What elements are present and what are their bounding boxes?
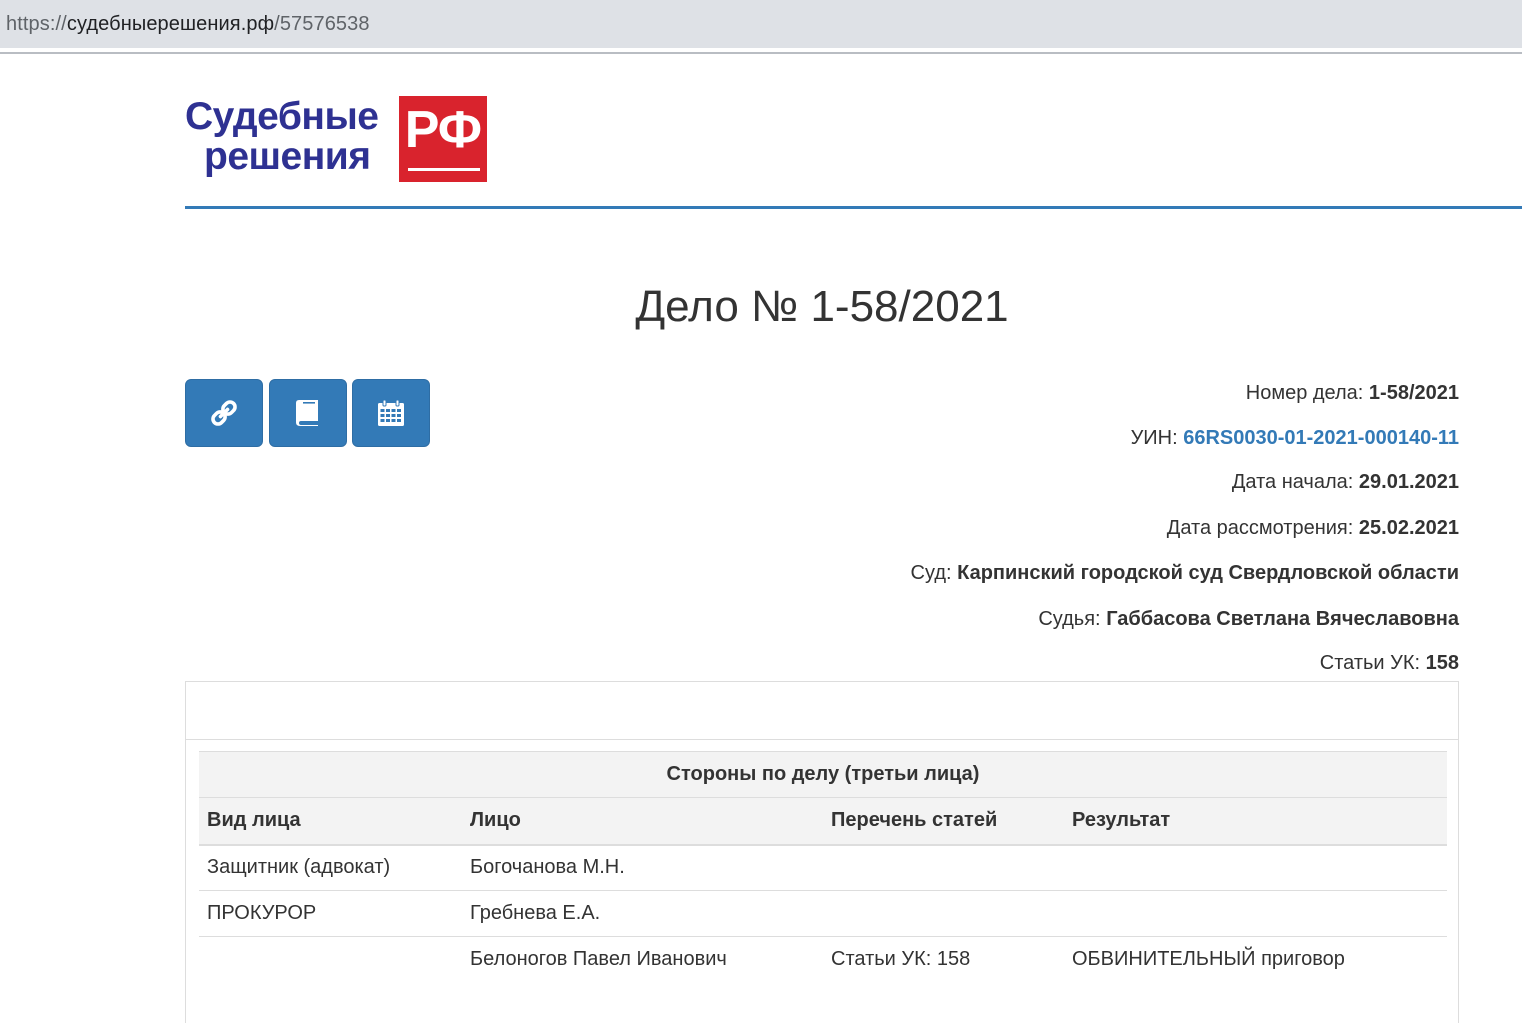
logo-badge-text: РФ <box>404 101 482 159</box>
cell-person: Белоногов Павел Иванович <box>470 948 727 971</box>
cell-articles <box>823 844 1064 891</box>
logo-wordmark: Судебные решения <box>185 95 395 183</box>
document-button[interactable] <box>269 379 347 447</box>
browser-address-bar[interactable]: https://судебныерешения.рф/57576538 <box>0 0 1522 48</box>
table-caption-row: Стороны по делу (третьи лица) <box>199 751 1447 798</box>
browser-toolbar-separator <box>0 48 1522 54</box>
judge-label: Судья: <box>1038 608 1101 630</box>
cell-result: ОБВИНИТЕЛЬНЫЙ приговор <box>1072 948 1345 971</box>
url-path: /57576538 <box>274 13 370 35</box>
case-number-value: 1-58/2021 <box>1368 382 1459 404</box>
table-row: Защитник (адвокат) Богочанова М.Н. <box>199 844 1447 891</box>
column-header-person: Лицо <box>462 797 823 846</box>
court-value: Карпинский городской суд Свердловской об… <box>957 562 1459 584</box>
cell-role: ПРОКУРОР <box>199 890 462 937</box>
table-row: ПРОКУРОР Гребнева Е.А. <box>199 890 1447 937</box>
articles-row: Статьи УК: 158 <box>1320 652 1459 675</box>
start-date-row: Дата начала: 29.01.2021 <box>1232 471 1459 494</box>
url-scheme: https:// <box>6 13 67 35</box>
logo-badge: РФ <box>399 96 487 182</box>
site-logo[interactable]: Судебные решения РФ <box>185 95 487 183</box>
articles-label: Статьи УК: <box>1319 652 1421 674</box>
court-label: Суд: <box>910 562 952 584</box>
logo-line-2: решения <box>204 135 371 178</box>
case-number-row: Номер дела: 1-58/2021 <box>1246 382 1459 405</box>
uin-row: УИН: 66RS0030-01-2021-000140-11 <box>1131 427 1459 450</box>
cell-person: Гребнева Е.А. <box>462 890 823 937</box>
cell-articles: Статьи УК: 158 <box>831 948 971 971</box>
review-date-row: Дата рассмотрения: 25.02.2021 <box>1167 517 1459 540</box>
table-row: Белоногов Павел Иванович Статьи УК: 158 … <box>199 937 1447 983</box>
parties-table: Стороны по делу (третьи лица) Вид лица Л… <box>199 751 1447 983</box>
link-icon <box>211 400 237 426</box>
start-date-label: Дата начала: <box>1231 471 1354 493</box>
table-header-row: Вид лица Лицо Перечень статей Результат <box>199 797 1447 846</box>
review-date-value: 25.02.2021 <box>1358 517 1459 539</box>
judge-value: Габбасова Светлана Вячеславовна <box>1106 608 1459 630</box>
court-row: Суд: Карпинский городской суд Свердловск… <box>911 562 1459 585</box>
cell-person: Богочанова М.Н. <box>462 844 823 891</box>
url-host: судебныерешения.рф <box>66 13 275 35</box>
panel-heading-divider <box>186 739 1458 740</box>
logo-line-1: Судебные <box>185 95 379 138</box>
start-date-value: 29.01.2021 <box>1358 471 1459 493</box>
review-date-label: Дата рассмотрения: <box>1166 517 1354 539</box>
header-divider <box>185 206 1522 209</box>
copy-link-button[interactable] <box>185 379 263 447</box>
cell-result <box>1064 844 1447 891</box>
column-header-role: Вид лица <box>199 797 462 846</box>
logo-badge-underline <box>408 168 480 171</box>
calendar-button[interactable] <box>352 379 430 447</box>
parties-panel: Стороны по делу (третьи лица) Вид лица Л… <box>185 681 1459 1023</box>
uin-label: УИН: <box>1130 427 1178 449</box>
judge-row: Судья: Габбасова Светлана Вячеславовна <box>1038 608 1459 631</box>
page-title: Дело № 1-58/2021 <box>635 282 1009 331</box>
cell-role <box>199 937 462 983</box>
articles-value: 158 <box>1425 652 1459 674</box>
calendar-icon <box>378 399 404 426</box>
cell-articles <box>823 890 1064 937</box>
book-icon <box>296 400 318 426</box>
address-url[interactable]: https://судебныерешения.рф/57576538 <box>6 13 370 36</box>
uin-link[interactable]: 66RS0030-01-2021-000140-11 <box>1183 427 1459 449</box>
column-header-result: Результат <box>1064 797 1447 846</box>
cell-result <box>1064 890 1447 937</box>
column-header-articles: Перечень статей <box>823 797 1064 846</box>
table-caption: Стороны по делу (третьи лица) <box>199 751 1447 798</box>
case-number-label: Номер дела: <box>1245 382 1364 404</box>
cell-role: Защитник (адвокат) <box>199 844 462 891</box>
